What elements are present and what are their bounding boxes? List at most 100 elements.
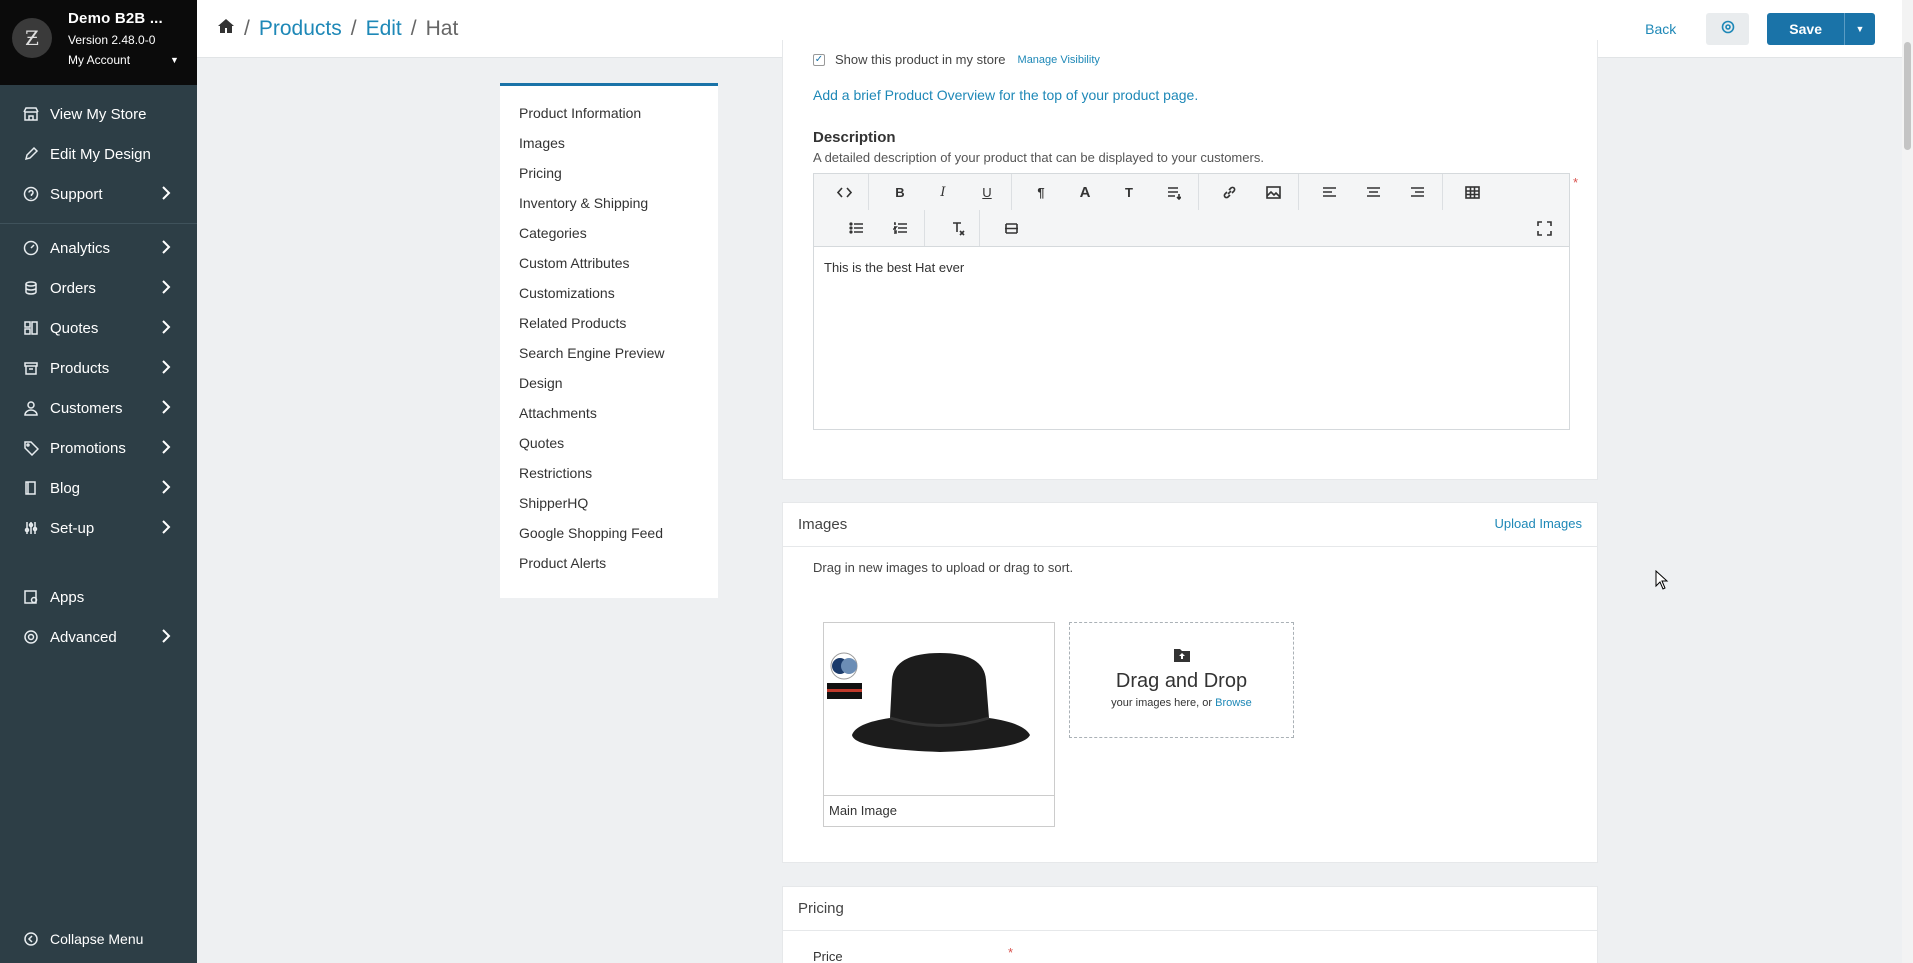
product-information-panel: ✓ Show this product in my store Manage V…	[782, 40, 1598, 480]
chevron-right-icon	[161, 629, 171, 646]
sidebar-item-orders[interactable]: Orders	[0, 271, 197, 305]
align-left-icon[interactable]	[1314, 180, 1344, 204]
numbered-list-icon[interactable]	[885, 216, 915, 240]
line-height-icon[interactable]	[1158, 180, 1188, 204]
user-icon	[22, 399, 40, 417]
box-icon	[22, 359, 40, 377]
sidebar-item-products[interactable]: Products	[0, 351, 197, 385]
sidebar-item-analytics[interactable]: Analytics	[0, 231, 197, 265]
nav-pricing[interactable]: Pricing	[500, 164, 718, 194]
page-scrollbar[interactable]	[1902, 0, 1913, 963]
image-icon[interactable]	[1258, 180, 1288, 204]
sidebar-item-label: Products	[50, 359, 110, 377]
upload-images-link[interactable]: Upload Images	[1495, 516, 1582, 531]
pricing-panel: Pricing Price *	[782, 886, 1598, 963]
browse-link[interactable]: Browse	[1215, 697, 1252, 709]
image-dropzone[interactable]: Drag and Drop your images here, or Brows…	[1069, 622, 1294, 738]
collapse-menu-button[interactable]: Collapse Menu	[0, 922, 197, 956]
horizontal-line-icon[interactable]	[996, 216, 1026, 240]
sidebar-item-set-up[interactable]: Set-up	[0, 511, 197, 545]
table-icon[interactable]	[1457, 180, 1487, 204]
nav-custom-attributes[interactable]: Custom Attributes	[500, 254, 718, 284]
sidebar-item-promotions[interactable]: Promotions	[0, 431, 197, 465]
nav-inventory-shipping[interactable]: Inventory & Shipping	[500, 194, 718, 224]
sidebar-item-quotes[interactable]: Quotes	[0, 311, 197, 345]
clear-formatting-icon[interactable]	[942, 216, 972, 240]
nav-customizations[interactable]: Customizations	[500, 284, 718, 314]
sidebar-item-label: Support	[50, 185, 103, 203]
store-logo[interactable]: Ƶ	[12, 18, 52, 58]
sidebar-item-support[interactable]: Support	[0, 177, 197, 211]
price-required-mark: *	[1008, 945, 1014, 960]
code-view-icon[interactable]	[829, 180, 859, 204]
bulleted-list-icon[interactable]	[841, 216, 871, 240]
main-image-card[interactable]: Main Image	[823, 622, 1055, 827]
nav-restrictions[interactable]: Restrictions	[500, 464, 718, 494]
fullscreen-icon[interactable]	[1529, 216, 1559, 240]
add-overview-link[interactable]: Add a brief Product Overview for the top…	[813, 87, 1198, 103]
align-right-icon[interactable]	[1402, 180, 1432, 204]
visibility-checkbox[interactable]: ✓	[813, 53, 825, 66]
nav-quotes[interactable]: Quotes	[500, 434, 718, 464]
quotes-icon	[22, 319, 40, 337]
save-options-button[interactable]: ▼	[1844, 13, 1875, 45]
store-header: Ƶ Demo B2B ... Version 2.48.0-0 My Accou…	[0, 0, 197, 85]
editor-content[interactable]: This is the best Hat ever	[814, 247, 1569, 288]
chevron-right-icon	[161, 520, 171, 537]
chevron-right-icon	[161, 280, 171, 297]
pricing-panel-title: Pricing	[798, 900, 844, 917]
toolbar-divider	[924, 210, 925, 246]
help-circle-icon	[22, 185, 40, 203]
preview-button[interactable]	[1706, 13, 1750, 45]
nav-search-engine-preview[interactable]: Search Engine Preview	[500, 344, 718, 374]
book-icon	[22, 479, 40, 497]
caret-down-icon: ▼	[1855, 24, 1865, 34]
sidebar-item-customers[interactable]: Customers	[0, 391, 197, 425]
nav-attachments[interactable]: Attachments	[500, 404, 718, 434]
align-center-icon[interactable]	[1358, 180, 1388, 204]
nav-categories[interactable]: Categories	[500, 224, 718, 254]
italic-icon[interactable]: I	[928, 180, 958, 204]
paragraph-format-icon[interactable]: ¶	[1026, 180, 1056, 204]
breadcrumb-separator: /	[244, 16, 250, 40]
gear-icon	[22, 628, 40, 646]
chevron-right-icon	[161, 186, 171, 203]
sidebar-item-apps[interactable]: Apps	[0, 580, 197, 614]
collapse-icon	[22, 930, 40, 948]
home-icon[interactable]	[217, 17, 235, 41]
manage-visibility-link[interactable]: Manage Visibility	[1018, 54, 1100, 66]
nav-google-shopping-feed[interactable]: Google Shopping Feed	[500, 524, 718, 554]
back-button[interactable]: Back	[1645, 21, 1676, 37]
nav-product-alerts[interactable]: Product Alerts	[500, 554, 718, 584]
font-size-icon[interactable]: T	[1114, 180, 1144, 204]
link-icon[interactable]	[1214, 180, 1244, 204]
sidebar-item-view-my-store[interactable]: View My Store	[0, 97, 197, 131]
eye-icon	[1721, 20, 1735, 39]
nav-images[interactable]: Images	[500, 134, 718, 164]
nav-shipperhq[interactable]: ShipperHQ	[500, 494, 718, 524]
scrollbar-thumb[interactable]	[1904, 42, 1911, 150]
breadcrumb-edit[interactable]: Edit	[366, 17, 402, 41]
description-help: A detailed description of your product t…	[813, 150, 1264, 165]
text-color-icon[interactable]: A	[1070, 180, 1100, 204]
breadcrumb-products[interactable]: Products	[259, 17, 342, 41]
my-account-menu[interactable]: My Account ▼	[68, 53, 179, 67]
nav-product-information[interactable]: Product Information	[500, 104, 718, 134]
sidebar-item-label: Promotions	[50, 439, 126, 457]
tag-icon	[22, 439, 40, 457]
underline-icon[interactable]: U	[972, 180, 1002, 204]
nav-related-products[interactable]: Related Products	[500, 314, 718, 344]
sidebar-item-blog[interactable]: Blog	[0, 471, 197, 505]
price-label: Price	[813, 949, 843, 963]
nav-design[interactable]: Design	[500, 374, 718, 404]
save-button[interactable]: Save	[1767, 13, 1844, 45]
bold-icon[interactable]: B	[885, 180, 915, 204]
section-nav: Product Information Images Pricing Inven…	[500, 83, 718, 598]
sidebar-item-edit-my-design[interactable]: Edit My Design	[0, 137, 197, 171]
toolbar-divider	[1011, 174, 1012, 210]
toolbar-divider	[868, 174, 869, 210]
collapse-menu-label: Collapse Menu	[50, 931, 144, 947]
toolbar-divider	[1442, 174, 1443, 210]
sidebar-item-advanced[interactable]: Advanced	[0, 620, 197, 654]
required-mark: *	[1573, 175, 1579, 190]
